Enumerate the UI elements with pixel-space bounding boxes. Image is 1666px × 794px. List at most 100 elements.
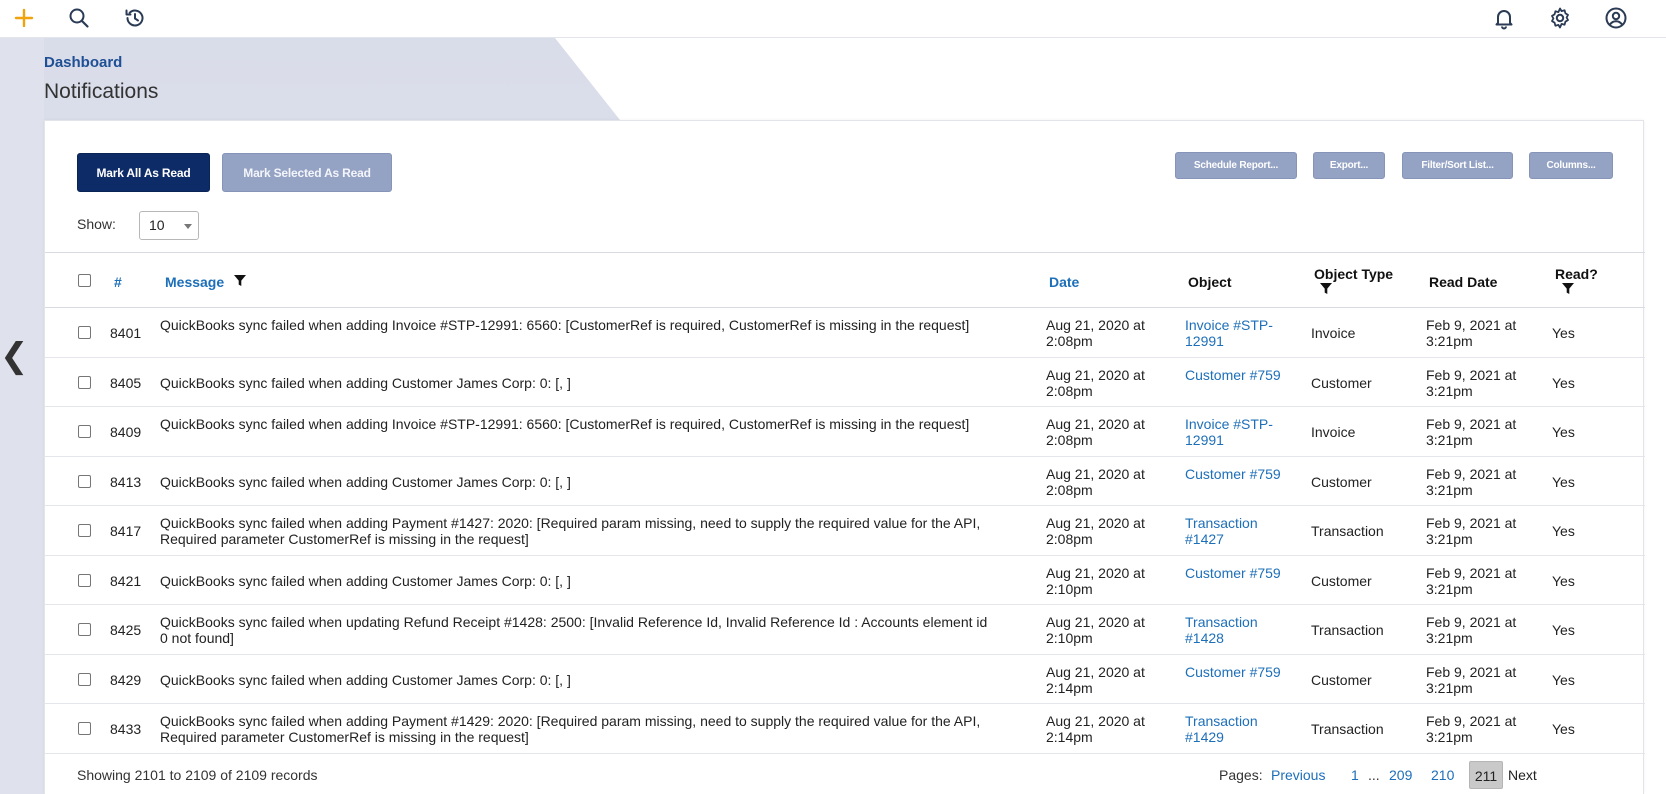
row-id: 8425 <box>110 622 142 638</box>
row-message: QuickBooks sync failed when adding Custo… <box>160 572 571 589</box>
row-message: QuickBooks sync failed when adding Custo… <box>160 374 571 391</box>
row-object-link[interactable]: Invoice #STP-12991 <box>1185 416 1291 448</box>
current-page: 211 <box>1469 761 1503 789</box>
page-link-210[interactable]: 210 <box>1431 761 1454 789</box>
next-page-link[interactable]: Next <box>1508 761 1537 789</box>
column-header-object: Object <box>1188 274 1232 290</box>
page-link-1[interactable]: 1 <box>1351 761 1359 789</box>
page-size-select[interactable]: 10 <box>139 211 199 240</box>
object-type-filter-icon[interactable] <box>1320 283 1332 294</box>
row-read-date: Feb 9, 2021 at 3:21pm <box>1426 366 1517 399</box>
history-icon[interactable] <box>121 4 149 32</box>
row-message: QuickBooks sync failed when updating Ref… <box>160 614 988 646</box>
records-summary: Showing 2101 to 2109 of 2109 records <box>77 767 318 783</box>
row-checkbox[interactable] <box>78 573 91 587</box>
row-date: Aug 21, 2020 at 2:08pm <box>1046 317 1145 349</box>
filter-sort-button[interactable]: Filter/Sort List... <box>1402 152 1513 179</box>
row-checkbox[interactable] <box>78 474 91 488</box>
row-id: 8421 <box>110 572 142 589</box>
mark-all-read-button[interactable]: Mark All As Read <box>77 153 210 192</box>
row-read-status: Yes <box>1552 721 1575 737</box>
row-read-status: Yes <box>1552 572 1575 589</box>
row-read-date: Feb 9, 2021 at 3:21pm <box>1426 564 1517 597</box>
row-date: Aug 21, 2020 at 2:10pm <box>1046 564 1145 597</box>
row-object-type: Invoice <box>1311 325 1356 341</box>
row-id: 8433 <box>110 721 142 737</box>
search-icon[interactable] <box>65 4 93 32</box>
column-header-read-date: Read Date <box>1429 274 1498 290</box>
notifications-card: Mark All As Read Mark Selected As Read S… <box>44 120 1645 794</box>
row-object-link[interactable]: Transaction #1428 <box>1185 614 1291 646</box>
row-checkbox[interactable] <box>78 722 91 735</box>
column-header-date[interactable]: Date <box>1049 274 1079 290</box>
row-object-type: Customer <box>1311 473 1372 490</box>
notifications-table: # Message Date Object Object Type Read D… <box>45 252 1645 754</box>
table-row: 8401 QuickBooks sync failed when adding I… <box>45 308 1645 358</box>
row-id: 8413 <box>110 473 142 490</box>
row-message: QuickBooks sync failed when adding Custo… <box>160 473 571 490</box>
row-object-link[interactable]: Customer #759 <box>1185 664 1291 680</box>
pages-label: Pages: <box>1219 767 1263 783</box>
read-filter-icon[interactable] <box>1562 283 1574 294</box>
row-id: 8417 <box>110 523 142 539</box>
row-checkbox[interactable] <box>78 623 91 636</box>
row-read-status: Yes <box>1552 473 1575 490</box>
row-object-link[interactable]: Transaction #1429 <box>1185 713 1291 745</box>
row-date: Aug 21, 2020 at 2:08pm <box>1046 465 1145 498</box>
row-date: Aug 21, 2020 at 2:10pm <box>1046 614 1145 646</box>
breadcrumb[interactable]: Dashboard <box>44 54 122 71</box>
row-read-status: Yes <box>1552 523 1575 539</box>
row-object-link[interactable]: Invoice #STP-12991 <box>1185 317 1291 349</box>
user-icon[interactable] <box>1602 4 1630 32</box>
row-read-status: Yes <box>1552 671 1575 688</box>
plus-icon[interactable] <box>10 4 38 32</box>
mark-selected-read-button[interactable]: Mark Selected As Read <box>222 153 392 192</box>
previous-page-link[interactable]: Previous <box>1271 761 1325 789</box>
table-row: 8433 QuickBooks sync failed when adding P… <box>45 704 1645 754</box>
page-size-value: 10 <box>149 217 165 233</box>
table-row: 8429 QuickBooks sync failed when adding C… <box>45 655 1645 704</box>
page-link-209[interactable]: 209 <box>1389 761 1412 789</box>
row-object-type: Transaction <box>1311 523 1384 539</box>
select-all-checkbox[interactable] <box>78 274 91 287</box>
row-read-status: Yes <box>1552 424 1575 440</box>
row-checkbox[interactable] <box>78 375 91 389</box>
columns-button[interactable]: Columns... <box>1529 152 1613 179</box>
row-id: 8405 <box>110 374 142 391</box>
schedule-report-button[interactable]: Schedule Report... <box>1175 152 1297 179</box>
row-message: QuickBooks sync failed when adding Invoi… <box>160 317 970 333</box>
gear-icon[interactable] <box>1546 4 1574 32</box>
row-id: 8409 <box>110 424 142 440</box>
sidebar-expand-icon[interactable]: ❮ <box>0 336 29 376</box>
row-id: 8401 <box>110 325 142 341</box>
row-object-type: Transaction <box>1311 622 1384 638</box>
column-header-number[interactable]: # <box>114 274 122 290</box>
row-object-type: Customer <box>1311 572 1372 589</box>
row-object-link[interactable]: Customer #759 <box>1185 367 1291 383</box>
row-checkbox[interactable] <box>78 326 91 339</box>
row-checkbox[interactable] <box>78 524 91 537</box>
row-read-date: Feb 9, 2021 at 3:21pm <box>1426 614 1517 646</box>
row-object-type: Invoice <box>1311 424 1356 440</box>
row-checkbox[interactable] <box>78 672 91 686</box>
column-header-read: Read? <box>1555 266 1598 282</box>
row-date: Aug 21, 2020 at 2:08pm <box>1046 515 1145 547</box>
table-row: 8405 QuickBooks sync failed when adding C… <box>45 358 1645 407</box>
table-row: 8409 QuickBooks sync failed when adding I… <box>45 407 1645 457</box>
show-label: Show: <box>77 216 116 232</box>
row-object-link[interactable]: Transaction #1427 <box>1185 515 1291 547</box>
row-read-date: Feb 9, 2021 at 3:21pm <box>1426 465 1517 498</box>
chevron-down-icon <box>184 224 192 229</box>
row-object-link[interactable]: Customer #759 <box>1185 565 1291 581</box>
row-read-status: Yes <box>1552 325 1575 341</box>
row-date: Aug 21, 2020 at 2:08pm <box>1046 366 1145 399</box>
table-row: 8417 QuickBooks sync failed when adding P… <box>45 506 1645 556</box>
table-row: 8421 QuickBooks sync failed when adding C… <box>45 556 1645 605</box>
column-header-message[interactable]: Message <box>165 274 224 290</box>
bell-icon[interactable] <box>1490 4 1518 32</box>
row-object-link[interactable]: Customer #759 <box>1185 466 1291 482</box>
message-filter-icon[interactable] <box>234 275 246 286</box>
row-read-status: Yes <box>1552 374 1575 391</box>
export-button[interactable]: Export... <box>1313 152 1385 179</box>
row-checkbox[interactable] <box>78 425 91 438</box>
